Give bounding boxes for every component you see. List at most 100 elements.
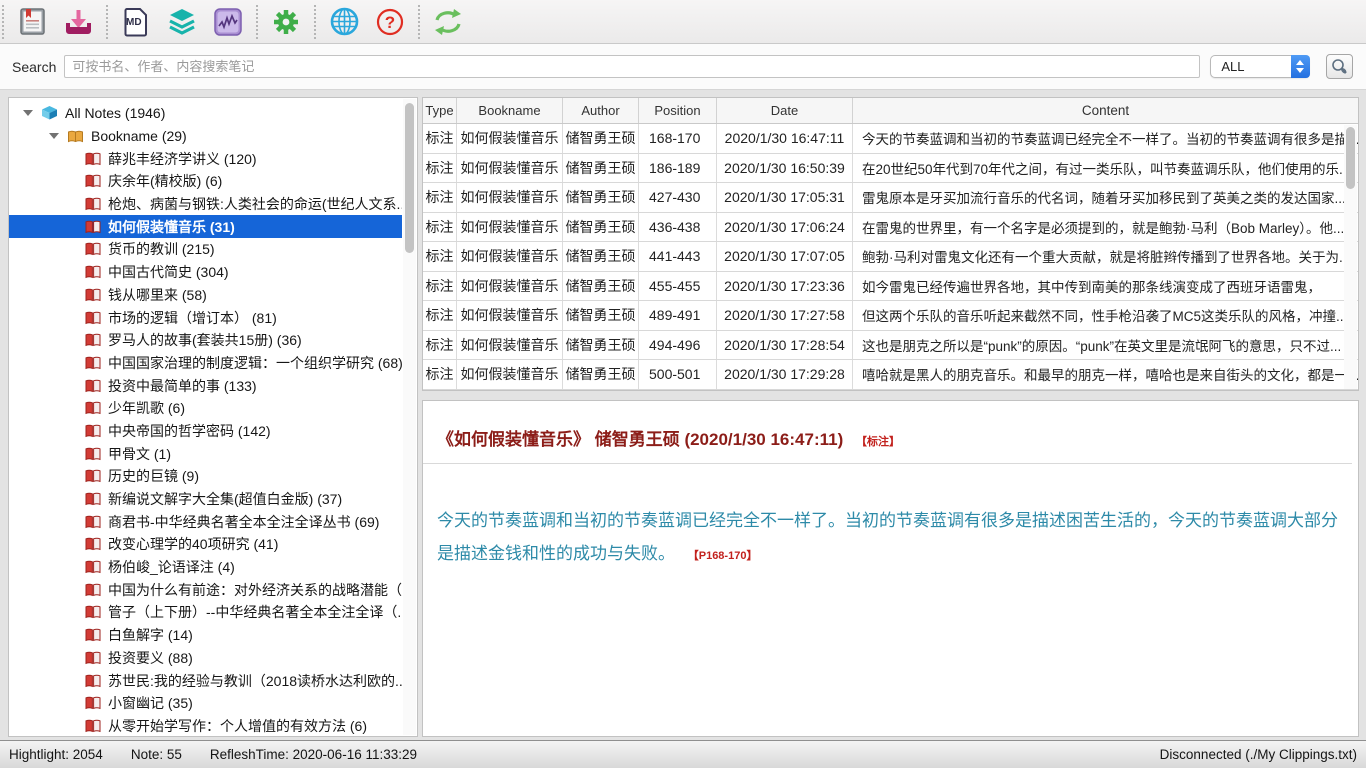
column-header-type[interactable]: Type: [423, 98, 457, 123]
table-body: 标注 如何假装懂音乐 储智勇王硕 168-170 2020/1/30 16:47…: [423, 124, 1358, 390]
search-bar: Search ALL: [0, 44, 1366, 90]
sidebar-book-item[interactable]: 甲骨文 (1): [9, 442, 402, 465]
table-row[interactable]: 标注 如何假装懂音乐 储智勇王硕 168-170 2020/1/30 16:47…: [423, 124, 1358, 154]
md-icon-label: MD: [126, 17, 142, 28]
book-icon: [85, 424, 101, 438]
sidebar-book-item[interactable]: 商君书-中华经典名著全本全注全译丛书 (69): [9, 510, 402, 533]
sync-refresh-icon: [433, 8, 463, 36]
search-submit-button[interactable]: [1326, 54, 1353, 79]
status-note-count: Note: 55: [131, 747, 182, 762]
sidebar-book-item[interactable]: 货币的教训 (215): [9, 238, 402, 261]
markdown-export-button[interactable]: MD: [119, 5, 153, 39]
book-title: 中国为什么有前途：对外经济关系的战略潜能（...: [108, 580, 402, 600]
toolbar-separator: [256, 5, 258, 39]
table-scrollbar[interactable]: [1344, 125, 1357, 389]
book-title: 中国古代简史 (304): [108, 262, 229, 282]
table-row[interactable]: 标注 如何假装懂音乐 储智勇王硕 500-501 2020/1/30 17:29…: [423, 360, 1358, 390]
sidebar-book-item[interactable]: 管子（上下册）--中华经典名著全本全注全译（...: [9, 601, 402, 624]
sidebar-book-tree: All Notes (1946) Bookname (29): [8, 97, 418, 737]
cell-date: 2020/1/30 17:27:58: [717, 301, 853, 330]
search-input[interactable]: [64, 55, 1200, 78]
import-download-button[interactable]: [61, 5, 95, 39]
sidebar-book-item[interactable]: 如何假装懂音乐 (31): [9, 215, 402, 238]
column-header-date[interactable]: Date: [717, 98, 853, 123]
book-title: 中国国家治理的制度逻辑：一个组织学研究 (68): [108, 353, 402, 373]
table-row[interactable]: 标注 如何假装懂音乐 储智勇王硕 186-189 2020/1/30 16:50…: [423, 154, 1358, 184]
statistics-button[interactable]: [211, 5, 245, 39]
cell-bookname: 如何假装懂音乐: [457, 331, 563, 360]
globe-icon: [330, 7, 359, 36]
table-row[interactable]: 标注 如何假装懂音乐 储智勇王硕 436-438 2020/1/30 17:06…: [423, 213, 1358, 243]
disclosure-triangle-icon[interactable]: [49, 133, 59, 139]
sidebar-book-item[interactable]: 从零开始学写作：个人增值的有效方法 (6): [9, 715, 402, 737]
cell-content: 但这两个乐队的音乐听起来截然不同，性手枪沿袭了MC5这类乐队的风格，冲撞...: [853, 301, 1358, 330]
column-header-author[interactable]: Author: [563, 98, 639, 123]
sidebar-item-bookname-group[interactable]: Bookname (29): [9, 125, 402, 148]
sidebar-book-item[interactable]: 中国古代简史 (304): [9, 261, 402, 284]
help-button[interactable]: ?: [373, 5, 407, 39]
table-scrollbar-thumb[interactable]: [1346, 127, 1355, 189]
sidebar-book-item[interactable]: 罗马人的故事(套装共15册) (36): [9, 329, 402, 352]
cell-author: 储智勇王硕: [563, 272, 639, 301]
column-header-position[interactable]: Position: [639, 98, 717, 123]
cell-type: 标注: [423, 360, 457, 389]
cell-position: 186-189: [639, 154, 717, 183]
sidebar-book-item[interactable]: 市场的逻辑（增订本） (81): [9, 306, 402, 329]
book-title: 新编说文解字大全集(超值白金版) (37): [108, 489, 342, 509]
cell-date: 2020/1/30 17:28:54: [717, 331, 853, 360]
website-button[interactable]: [327, 5, 361, 39]
sidebar-item-all-notes[interactable]: All Notes (1946): [9, 102, 402, 125]
cell-content: 在20世纪50年代到70年代之间，有过一类乐队，叫节奏蓝调乐队，他们使用的乐..…: [853, 154, 1358, 183]
filter-select[interactable]: ALL: [1210, 55, 1310, 78]
sidebar-book-item[interactable]: 改变心理学的40项研究 (41): [9, 533, 402, 556]
sidebar-book-item[interactable]: 中国国家治理的制度逻辑：一个组织学研究 (68): [9, 352, 402, 375]
cell-author: 储智勇王硕: [563, 124, 639, 153]
toolbar-separator: [314, 5, 316, 39]
cell-date: 2020/1/30 16:47:11: [717, 124, 853, 153]
book-icon: [85, 651, 101, 665]
settings-button[interactable]: [269, 5, 303, 39]
refresh-button[interactable]: [431, 5, 465, 39]
notes-document-button[interactable]: [15, 5, 49, 39]
cell-bookname: 如何假装懂音乐: [457, 124, 563, 153]
table-row[interactable]: 标注 如何假装懂音乐 储智勇王硕 441-443 2020/1/30 17:07…: [423, 242, 1358, 272]
sidebar-book-item[interactable]: 庆余年(精校版) (6): [9, 170, 402, 193]
table-row[interactable]: 标注 如何假装懂音乐 储智勇王硕 494-496 2020/1/30 17:28…: [423, 331, 1358, 361]
cell-author: 储智勇王硕: [563, 183, 639, 212]
sidebar-book-item[interactable]: 苏世民:我的经验与教训（2018读桥水达利欧的...: [9, 669, 402, 692]
column-header-bookname[interactable]: Bookname: [457, 98, 563, 123]
note-detail-body: 今天的节奏蓝调和当初的节奏蓝调已经完全不一样了。当初的节奏蓝调有很多是描述困苦生…: [437, 504, 1344, 570]
note-detail-title-text: 《如何假装懂音乐》 储智勇王硕 (2020/1/30 16:47:11): [437, 430, 843, 449]
table-row[interactable]: 标注 如何假装懂音乐 储智勇王硕 489-491 2020/1/30 17:27…: [423, 301, 1358, 331]
cell-author: 储智勇王硕: [563, 301, 639, 330]
sidebar-book-item[interactable]: 薛兆丰经济学讲义 (120): [9, 147, 402, 170]
note-type-tag: 【标注】: [856, 436, 900, 448]
table-row[interactable]: 标注 如何假装懂音乐 储智勇王硕 427-430 2020/1/30 17:05…: [423, 183, 1358, 213]
sidebar-book-item[interactable]: 少年凯歌 (6): [9, 397, 402, 420]
layers-icon: [168, 8, 196, 35]
notes-table: Type Bookname Author Position Date Conte…: [422, 97, 1359, 391]
cell-content: 这也是朋克之所以是“punk”的原因。“punk”在英文里是流氓阿飞的意思，只不…: [853, 331, 1358, 360]
toolbar-separator: [106, 5, 108, 39]
sidebar-book-item[interactable]: 新编说文解字大全集(超值白金版) (37): [9, 488, 402, 511]
book-title: 罗马人的故事(套装共15册) (36): [108, 330, 302, 350]
disclosure-triangle-icon[interactable]: [23, 110, 33, 116]
sidebar-book-item[interactable]: 投资中最简单的事 (133): [9, 374, 402, 397]
sidebar-book-item[interactable]: 小窗幽记 (35): [9, 692, 402, 715]
book-icon: [85, 583, 101, 597]
sidebar-book-item[interactable]: 钱从哪里来 (58): [9, 284, 402, 307]
sidebar-scrollbar-thumb[interactable]: [405, 103, 414, 253]
sidebar-book-item[interactable]: 中国为什么有前途：对外经济关系的战略潜能（...: [9, 578, 402, 601]
layers-button[interactable]: [165, 5, 199, 39]
sidebar-book-item[interactable]: 白鱼解字 (14): [9, 624, 402, 647]
sidebar-book-item[interactable]: 枪炮、病菌与钢铁:人类社会的命运(世纪人文系...: [9, 193, 402, 216]
column-header-content[interactable]: Content: [853, 98, 1358, 123]
sidebar-book-item[interactable]: 历史的巨镜 (9): [9, 465, 402, 488]
cell-content: 鲍勃·马利对雷鬼文化还有一个重大贡献，就是将脏辫传播到了世界各地。关于为...: [853, 242, 1358, 271]
sidebar-book-item[interactable]: 中央帝国的哲学密码 (142): [9, 420, 402, 443]
sidebar-book-item[interactable]: 投资要义 (88): [9, 647, 402, 670]
sidebar-book-item[interactable]: 杨伯峻_论语译注 (4): [9, 556, 402, 579]
table-row[interactable]: 标注 如何假装懂音乐 储智勇王硕 455-455 2020/1/30 17:23…: [423, 272, 1358, 302]
sidebar-scrollbar[interactable]: [403, 99, 416, 735]
book-title: 从零开始学写作：个人增值的有效方法 (6): [108, 716, 367, 736]
